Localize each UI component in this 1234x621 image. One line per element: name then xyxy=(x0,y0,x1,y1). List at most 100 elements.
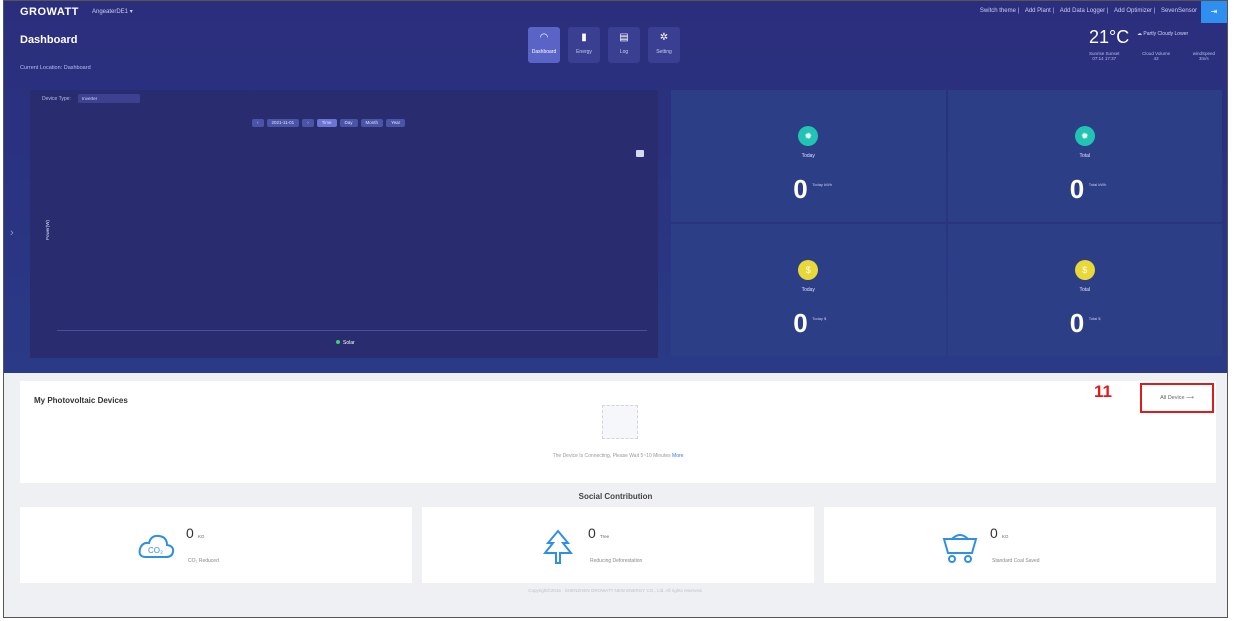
range-day[interactable]: Day xyxy=(339,119,358,127)
date-controls: ‹ 2021-11-01 › Time Day Month Year xyxy=(252,119,406,127)
tab-log[interactable]: ▤ Log xyxy=(608,27,640,63)
tree-value: 0 xyxy=(588,525,596,541)
co2-label: CO₂ Reduced xyxy=(188,558,219,564)
log-icon: ▤ xyxy=(619,32,629,43)
sunrise-sunset: Sunrise Sunset 07:14 17:37 xyxy=(1089,51,1120,61)
stat-label: Total xyxy=(1079,287,1091,293)
page-title: Dashboard xyxy=(20,34,78,46)
bar-chart-icon: ▮ xyxy=(581,32,587,43)
stat-label: Today xyxy=(801,153,815,159)
all-device-link[interactable]: All Device ⟶ xyxy=(1140,383,1214,413)
coal-card: 0 KG Standard Coal Saved xyxy=(824,507,1216,583)
app-frame: GROWATT AngeaterDE1 ▾ Switch theme | Add… xyxy=(3,0,1228,618)
breadcrumb: Current Location: Dashboard xyxy=(20,65,91,71)
stat-unit: Today kWh xyxy=(812,182,833,187)
chart-legend[interactable]: Solar xyxy=(336,340,355,346)
temperature: 21°C xyxy=(1089,27,1130,47)
empty-state-text: The Device Is Connecting, Please Wait 5~… xyxy=(20,453,1216,459)
legend-dot xyxy=(336,340,340,344)
coin-icon: $ xyxy=(1074,260,1095,280)
cloud-icon: ☁ xyxy=(1137,31,1142,37)
social-contribution: CO₂ 0 KG CO₂ Reduced 0 Tree Reducing Def… xyxy=(20,507,1216,583)
co2-value: 0 xyxy=(186,525,194,541)
tab-label: Setting xyxy=(656,49,672,55)
top-bar: GROWATT AngeaterDE1 ▾ Switch theme | Add… xyxy=(4,1,1227,23)
svg-text:CO₂: CO₂ xyxy=(148,546,163,555)
stat-value: 0 xyxy=(1069,174,1085,204)
coal-unit: KG xyxy=(1002,534,1009,539)
tree-card: 0 Tree Reducing Deforestation xyxy=(422,507,814,583)
logout-button[interactable]: ⇥ xyxy=(1201,1,1227,23)
energy-stats: ✹ Today 0 Today kWh ✹ Total 0 Total kWh … xyxy=(671,90,1222,356)
co2-card: CO₂ 0 KG CO₂ Reduced xyxy=(20,507,412,583)
gear-icon: ✲ xyxy=(659,32,669,43)
devices-panel: My Photovoltaic Devices All Device ⟶ The… xyxy=(20,381,1216,483)
tab-label: Energy xyxy=(576,49,592,55)
cloud-volume: Cloud Volume 42 xyxy=(1142,51,1171,61)
range-month[interactable]: Month xyxy=(360,119,384,127)
range-time[interactable]: Time xyxy=(316,119,337,127)
power-chart-panel: Device Type: Inverter ‹ 2021-11-01 › Tim… xyxy=(30,90,658,358)
export-icon[interactable] xyxy=(636,150,644,157)
top-links: Switch theme | Add Plant | Add Data Logg… xyxy=(979,8,1197,14)
tree-unit: Tree xyxy=(600,534,610,539)
dashboard-hero: GROWATT AngeaterDE1 ▾ Switch theme | Add… xyxy=(4,1,1227,373)
tree-icon xyxy=(542,529,574,564)
date-picker[interactable]: 2021-11-01 xyxy=(266,119,300,127)
legend-solar: Solar xyxy=(343,340,355,346)
weather-location: Lower xyxy=(1174,31,1189,37)
connecting-device-icon xyxy=(602,405,638,439)
chart-ylabel: Power(W) xyxy=(45,220,50,240)
lower-section: My Photovoltaic Devices All Device ⟶ The… xyxy=(4,373,1227,617)
coal-value: 0 xyxy=(990,525,998,541)
stat-total-energy: ✹ Total 0 Total kWh xyxy=(947,90,1222,222)
tab-dashboard[interactable]: ◠ Dashboard xyxy=(528,27,560,63)
coal-label: Standard Coal Saved xyxy=(992,558,1040,564)
co2-unit: KG xyxy=(198,534,205,539)
stat-unit: Today $ xyxy=(812,316,827,321)
gauge-icon: ◠ xyxy=(539,32,549,43)
prev-date-button[interactable]: ‹ xyxy=(252,119,264,127)
callout-number: 11 xyxy=(1094,382,1112,401)
switch-theme-link[interactable]: Switch theme xyxy=(980,8,1016,14)
add-optimizer-link[interactable]: Add Optimizer xyxy=(1114,8,1152,14)
device-type-select[interactable]: Inverter xyxy=(78,94,140,103)
sevensensor-link[interactable]: SevenSensor xyxy=(1161,8,1197,14)
add-plant-link[interactable]: Add Plant xyxy=(1025,8,1051,14)
sun-icon: ✹ xyxy=(798,126,819,146)
expand-arrow-icon[interactable]: › xyxy=(10,227,14,239)
stat-label: Total xyxy=(1079,153,1091,159)
chart-x-axis xyxy=(57,330,647,331)
social-title: Social Contribution xyxy=(578,492,653,501)
stat-value: 0 xyxy=(793,174,808,204)
tab-energy[interactable]: ▮ Energy xyxy=(568,27,600,63)
weather-desc: ☁ Partly Cloudy Lower xyxy=(1137,31,1188,37)
add-datalogger-link[interactable]: Add Data Logger xyxy=(1060,8,1105,14)
tab-label: Dashboard xyxy=(531,49,557,55)
tab-setting[interactable]: ✲ Setting xyxy=(648,27,680,63)
coin-icon: $ xyxy=(798,260,819,280)
growatt-logo[interactable]: GROWATT xyxy=(20,6,79,18)
tab-label: Log xyxy=(619,49,629,55)
coal-cart-icon xyxy=(942,534,978,563)
stat-total-revenue: $ Total 0 Total $ xyxy=(947,224,1222,356)
stat-today-energy: ✹ Today 0 Today kWh xyxy=(671,90,946,222)
tree-label: Reducing Deforestation xyxy=(590,558,643,564)
stat-label: Today xyxy=(801,287,815,293)
next-date-button[interactable]: › xyxy=(302,119,314,127)
devices-title: My Photovoltaic Devices xyxy=(34,396,128,405)
stat-value: 0 xyxy=(1069,308,1085,338)
co2-cloud-icon: CO₂ xyxy=(138,534,175,558)
weather-condition: Partly Cloudy xyxy=(1143,31,1174,37)
stat-unit: Total $ xyxy=(1088,316,1101,321)
wind-speed: windSpeed 3m/s xyxy=(1192,51,1215,61)
stat-value: 0 xyxy=(793,308,808,338)
weather-meta: Sunrise Sunset 07:14 17:37 Cloud Volume 42… xyxy=(1089,51,1215,61)
main-nav: ◠ Dashboard ▮ Energy ▤ Log ✲ Setting xyxy=(528,27,680,63)
copyright: Copyright©2015 · SHENZHEN GROWATT NEW EN… xyxy=(528,588,703,593)
stat-unit: Total kWh xyxy=(1088,182,1107,187)
range-year[interactable]: Year xyxy=(386,119,406,127)
connecting-message: The Device Is Connecting, Please Wait 5~… xyxy=(552,453,671,459)
account-dropdown[interactable]: AngeaterDE1 ▾ xyxy=(92,8,133,15)
more-link[interactable]: More xyxy=(672,453,683,459)
